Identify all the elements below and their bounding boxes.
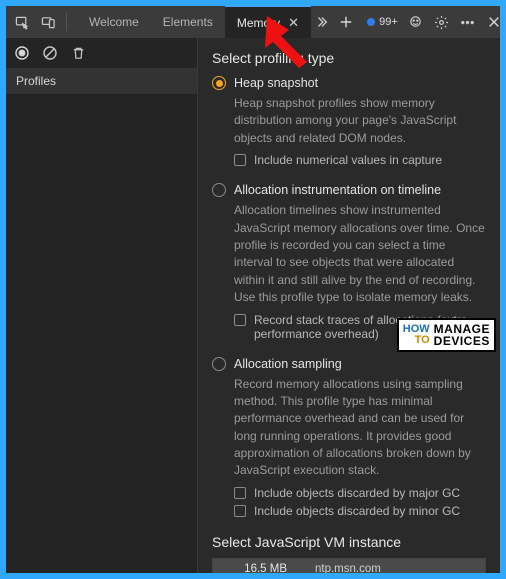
more-tabs-chevron-icon[interactable] <box>315 14 329 30</box>
more-menu-icon[interactable] <box>460 14 476 30</box>
record-icon[interactable] <box>14 45 30 61</box>
checkbox-icon[interactable] <box>234 505 246 517</box>
option-description: Record memory allocations using sampling… <box>234 376 486 480</box>
issues-badge[interactable]: 99+ <box>367 16 398 28</box>
radio-icon[interactable] <box>212 76 226 90</box>
option-label: Allocation instrumentation on timeline <box>234 183 441 197</box>
tab-bar: Welcome Elements Memory ✕ 99+ <box>6 6 500 38</box>
checkbox-icon[interactable] <box>234 487 246 499</box>
badge-count: 99+ <box>379 16 398 28</box>
main-pane: Select profiling type Heap snapshot Heap… <box>198 38 500 573</box>
content-area: Profiles Select profiling type Heap snap… <box>6 38 500 573</box>
close-devtools-icon[interactable] <box>486 14 502 30</box>
option-description: Heap snapshot profiles show memory distr… <box>234 95 486 147</box>
memory-toolbar <box>6 38 197 68</box>
devtools-window: Welcome Elements Memory ✕ 99+ <box>6 6 500 573</box>
vm-row[interactable]: 16.5 MB ntp.msn.com <box>213 559 485 573</box>
tabbar-leading <box>6 6 77 38</box>
checkbox-label: Record stack traces of allocations (extr… <box>254 313 486 341</box>
close-icon[interactable]: ✕ <box>288 15 299 31</box>
checkbox-label: Include objects discarded by major GC <box>254 486 460 500</box>
device-icon[interactable] <box>40 14 56 30</box>
vm-instance-title: Select JavaScript VM instance <box>212 534 486 550</box>
inspect-icon[interactable] <box>14 14 30 30</box>
option-allocation-sampling[interactable]: Allocation sampling Record memory alloca… <box>212 357 486 522</box>
divider <box>66 13 67 31</box>
option-description: Allocation timelines show instrumented J… <box>234 202 486 306</box>
option-allocation-timeline[interactable]: Allocation instrumentation on timeline A… <box>212 183 486 344</box>
delete-trash-icon[interactable] <box>70 45 86 61</box>
vm-name: ntp.msn.com <box>297 563 485 573</box>
new-tab-plus-icon[interactable] <box>339 14 353 30</box>
checkbox-icon[interactable] <box>234 314 246 326</box>
settings-gear-icon[interactable] <box>434 14 450 30</box>
clear-icon[interactable] <box>42 45 58 61</box>
profiles-header[interactable]: Profiles <box>6 68 197 94</box>
tab-memory[interactable]: Memory ✕ <box>225 6 311 38</box>
sidebar: Profiles <box>6 38 198 573</box>
check-major-gc[interactable]: Include objects discarded by major GC <box>234 486 486 500</box>
profiling-type-title: Select profiling type <box>212 50 486 66</box>
tabbar-trailing: 99+ <box>359 6 506 38</box>
tab-welcome[interactable]: Welcome <box>77 6 151 38</box>
radio-icon[interactable] <box>212 357 226 371</box>
check-record-stack-traces[interactable]: Record stack traces of allocations (extr… <box>234 313 486 341</box>
vm-instance-table: 16.5 MB ntp.msn.com 1.1 MB ntp.msn.com: … <box>212 558 486 573</box>
checkbox-label: Include objects discarded by minor GC <box>254 504 460 518</box>
tab-elements[interactable]: Elements <box>151 6 225 38</box>
check-include-numerical[interactable]: Include numerical values in capture <box>234 153 486 167</box>
tab-label: Elements <box>163 15 213 29</box>
option-label: Allocation sampling <box>234 357 342 371</box>
feedback-icon[interactable] <box>408 14 424 30</box>
radio-icon[interactable] <box>212 183 226 197</box>
check-minor-gc[interactable]: Include objects discarded by minor GC <box>234 504 486 518</box>
dot-icon <box>367 18 375 26</box>
tab-label: Memory <box>237 16 280 30</box>
option-heap-snapshot[interactable]: Heap snapshot Heap snapshot profiles sho… <box>212 76 486 171</box>
option-label: Heap snapshot <box>234 76 318 90</box>
tab-label: Welcome <box>89 15 139 29</box>
checkbox-label: Include numerical values in capture <box>254 153 442 167</box>
checkbox-icon[interactable] <box>234 154 246 166</box>
vm-size: 16.5 MB <box>213 563 297 573</box>
